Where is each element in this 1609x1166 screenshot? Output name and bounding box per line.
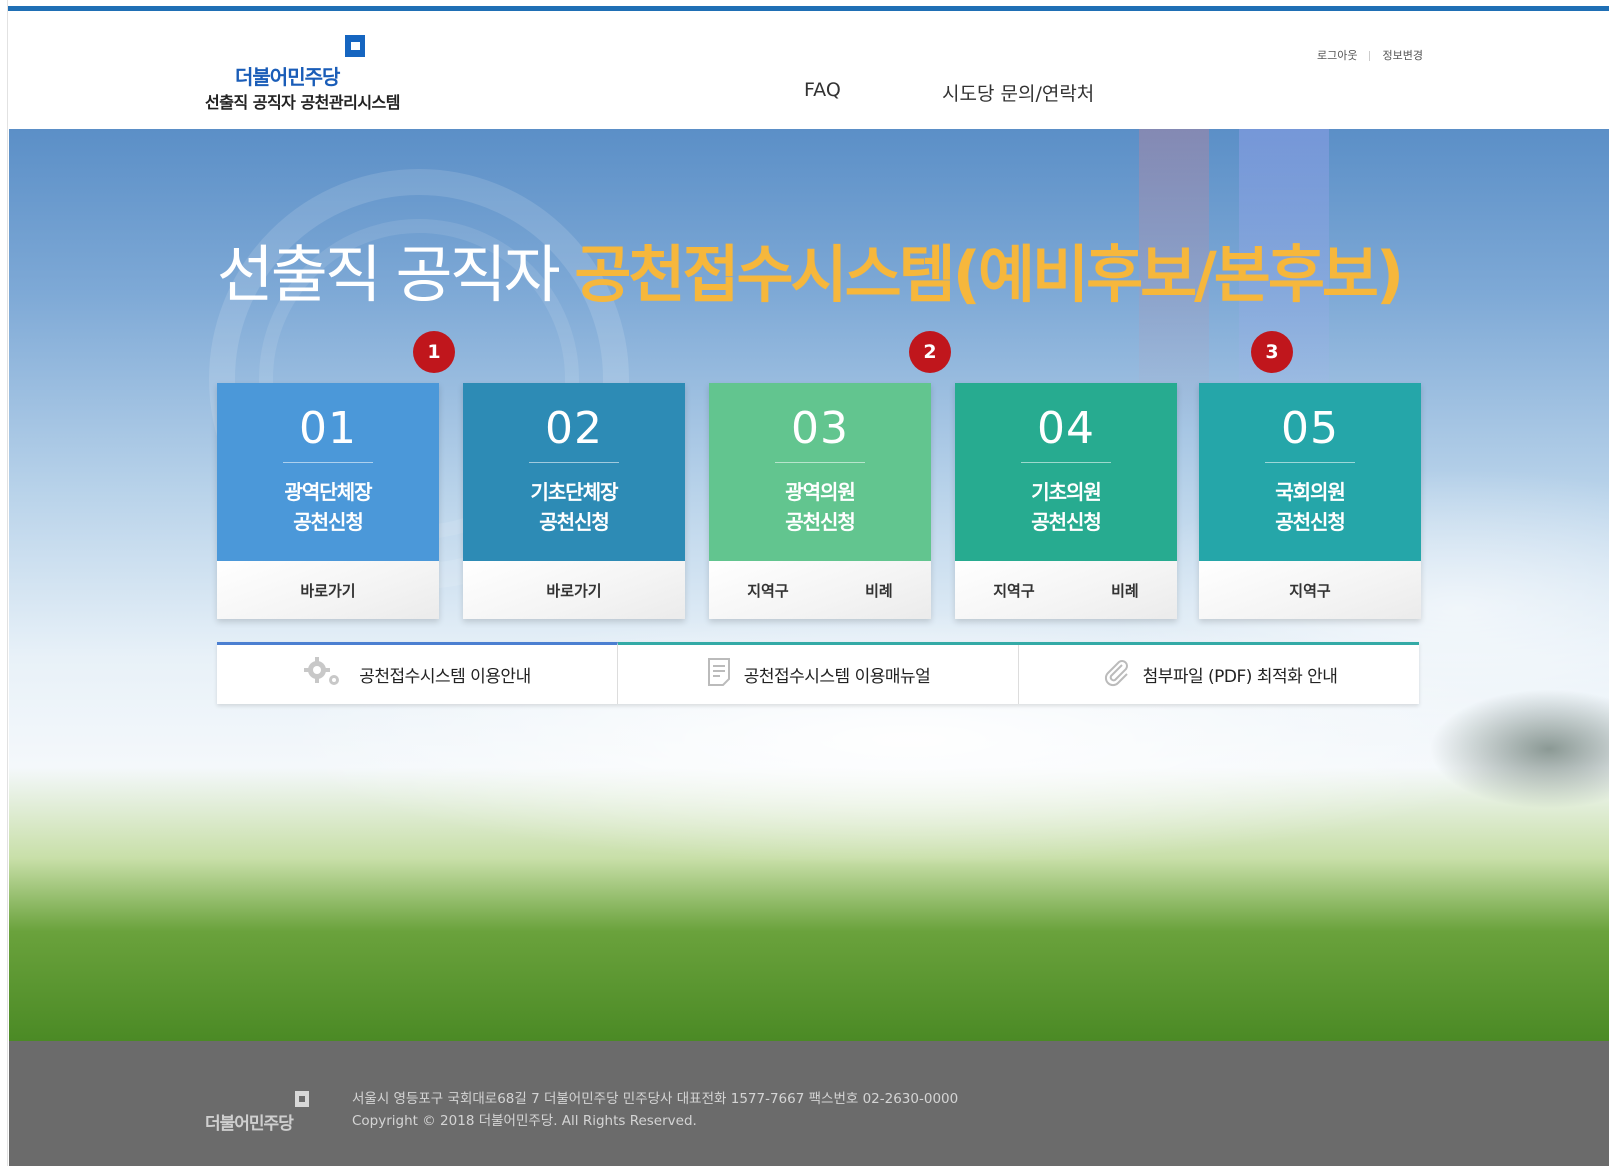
nav-contact[interactable]: 시도당 문의/연락처 <box>942 79 1094 106</box>
district-button[interactable]: 지역구 <box>983 580 1044 601</box>
guide-bar: 공천접수시스템 이용안내 공천접수시스템 이용매뉴얼 첨부파일 (PDF) 최적… <box>217 642 1419 704</box>
go-button[interactable]: 바로가기 <box>290 580 365 601</box>
card-title: 국회의원 공천신청 <box>1275 480 1346 534</box>
card-actions: 바로가기 <box>463 561 685 619</box>
card-header: 01 광역단체장 공천신청 <box>217 383 439 561</box>
card-title: 광역의원 공천신청 <box>785 480 856 534</box>
guide-usage-link[interactable]: 공천접수시스템 이용안내 <box>217 642 618 704</box>
district-button[interactable]: 지역구 <box>737 580 798 601</box>
top-accent-line <box>0 0 1609 11</box>
card-title: 광역단체장 공천신청 <box>284 480 373 534</box>
logo-subtitle: 선출직 공직자 공천관리시스템 <box>205 93 401 112</box>
hero-title-white: 선출직 공직자 <box>216 238 575 311</box>
proportional-button[interactable]: 비례 <box>1101 580 1149 601</box>
divider <box>283 462 373 463</box>
guide-label: 첨부파일 (PDF) 최적화 안내 <box>1142 667 1338 687</box>
divider <box>529 462 619 463</box>
site-footer: 더불어민주당 서울시 영등포구 국회대로68길 7 더불어민주당 민주당사 대표… <box>9 1041 1609 1166</box>
card-number: 03 <box>791 403 849 454</box>
nav-faq[interactable]: FAQ <box>804 79 841 101</box>
utility-menu: 로그아웃 정보변경 <box>1317 47 1423 63</box>
card-number: 04 <box>1037 403 1095 454</box>
paperclip-icon <box>1101 657 1131 692</box>
footer-address: 서울시 영등포구 국회대로68길 7 더불어민주당 민주당사 대표전화 1577… <box>352 1091 959 1107</box>
card-number: 02 <box>545 403 603 454</box>
hero-title-accent: 공천접수시스템(예비후보/본후보) <box>574 238 1404 311</box>
flag-icon <box>295 1091 309 1107</box>
step-badge-3: 3 <box>1251 331 1293 373</box>
card-title: 기초단체장 공천신청 <box>530 480 619 534</box>
card-header: 04 기초의원 공천신청 <box>955 383 1177 561</box>
divider <box>1265 462 1355 463</box>
hero-section: 선출직 공직자 공천접수시스템(예비후보/본후보) 1 2 3 01 광역단체장… <box>9 129 1609 1041</box>
footer-copyright: Copyright © 2018 더불어민주당. All Rights Rese… <box>352 1113 697 1129</box>
flag-icon <box>345 35 365 57</box>
guide-label: 공천접수시스템 이용안내 <box>359 667 531 687</box>
card-actions: 지역구 <box>1199 561 1421 619</box>
card-actions: 지역구 비례 <box>709 561 931 619</box>
site-header: 더불어민주당 선출직 공직자 공천관리시스템 FAQ 시도당 문의/연락처 로그… <box>9 11 1609 129</box>
card-title: 기초의원 공천신청 <box>1031 480 1102 534</box>
go-button[interactable]: 바로가기 <box>536 580 611 601</box>
hero-title: 선출직 공직자 공천접수시스템(예비후보/본후보) <box>9 224 1609 314</box>
divider <box>775 462 865 463</box>
footer-brand: 더불어민주당 <box>205 1114 294 1134</box>
divider <box>1369 51 1371 61</box>
district-button[interactable]: 지역구 <box>1279 580 1340 601</box>
card-number: 01 <box>299 403 357 454</box>
card-governor: 01 광역단체장 공천신청 바로가기 <box>217 383 439 619</box>
step-badge-1: 1 <box>413 331 455 373</box>
document-icon <box>706 657 732 692</box>
proportional-button[interactable]: 비례 <box>855 580 903 601</box>
divider <box>1021 462 1111 463</box>
guide-pdf-link[interactable]: 첨부파일 (PDF) 최적화 안내 <box>1019 645 1419 704</box>
logo-brand: 더불어민주당 <box>235 65 340 89</box>
site-logo[interactable]: 더불어민주당 선출직 공직자 공천관리시스템 <box>205 31 435 112</box>
edit-profile-link[interactable]: 정보변경 <box>1382 49 1422 62</box>
cloud <box>1429 689 1609 809</box>
card-mayor: 02 기초단체장 공천신청 바로가기 <box>463 383 685 619</box>
card-header: 05 국회의원 공천신청 <box>1199 383 1421 561</box>
card-national-assembly: 05 국회의원 공천신청 지역구 <box>1199 383 1421 619</box>
card-actions: 바로가기 <box>217 561 439 619</box>
logout-link[interactable]: 로그아웃 <box>1317 49 1357 62</box>
gear-icon <box>303 656 347 693</box>
footer-logo: 더불어민주당 <box>205 1091 325 1134</box>
left-border <box>0 0 8 1166</box>
card-header: 03 광역의원 공천신청 <box>709 383 931 561</box>
card-header: 02 기초단체장 공천신청 <box>463 383 685 561</box>
step-badge-2: 2 <box>909 331 951 373</box>
card-number: 05 <box>1281 403 1339 454</box>
card-metro-council: 03 광역의원 공천신청 지역구 비례 <box>709 383 931 619</box>
guide-label: 공천접수시스템 이용매뉴얼 <box>743 667 931 687</box>
card-actions: 지역구 비례 <box>955 561 1177 619</box>
footer-info: 서울시 영등포구 국회대로68길 7 더불어민주당 민주당사 대표전화 1577… <box>352 1088 958 1132</box>
card-local-council: 04 기초의원 공천신청 지역구 비례 <box>955 383 1177 619</box>
guide-manual-link[interactable]: 공천접수시스템 이용매뉴얼 <box>618 645 1019 704</box>
